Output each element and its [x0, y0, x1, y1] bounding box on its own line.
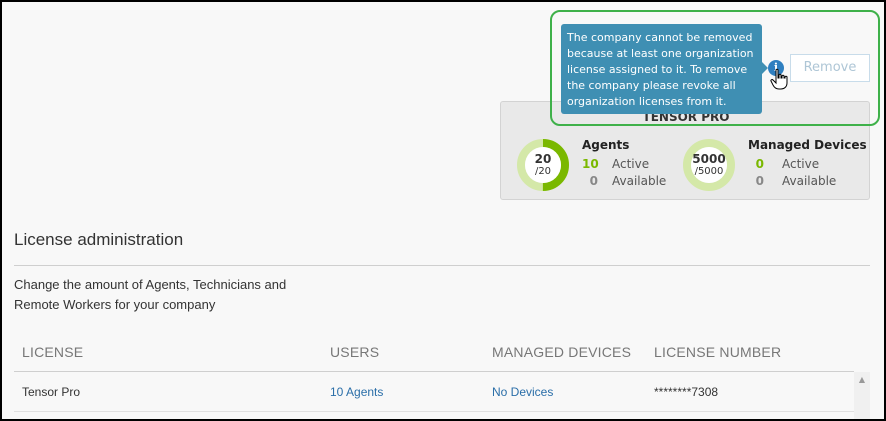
- column-header-license-number[interactable]: LICENSE NUMBER: [654, 344, 781, 360]
- devices-title: Managed Devices: [748, 138, 867, 152]
- devices-active-count: 0: [755, 157, 764, 171]
- cell-license-number: ********7308: [654, 385, 719, 399]
- agents-donut-label: 20 /20: [516, 153, 570, 178]
- cell-managed-devices-link[interactable]: No Devices: [492, 385, 553, 399]
- section-divider: [14, 265, 870, 266]
- devices-used: 5000: [692, 152, 726, 166]
- column-header-managed-devices[interactable]: MANAGED DEVICES: [492, 344, 631, 360]
- section-title: License administration: [14, 230, 184, 249]
- column-header-users[interactable]: USERS: [330, 344, 379, 360]
- table-row-divider: [14, 411, 854, 412]
- agents-used: 20: [534, 152, 552, 166]
- devices-total: /5000: [694, 166, 724, 177]
- cell-license: Tensor Pro: [22, 385, 81, 399]
- agents-active-label: Active: [612, 157, 650, 171]
- devices-active-label: Active: [782, 157, 820, 171]
- agents-available-label: Available: [612, 174, 667, 188]
- remove-disabled-tooltip: The company cannot be removed because at…: [561, 24, 768, 114]
- table-header-divider: [14, 371, 854, 372]
- section-description: Change the amount of Agents, Technicians…: [14, 277, 287, 312]
- agents-available-count: 0: [589, 174, 598, 188]
- column-header-license[interactable]: LICENSE: [22, 344, 83, 360]
- hand-cursor-icon: [770, 68, 788, 90]
- table-scrollbar[interactable]: ▲: [854, 372, 870, 419]
- scroll-up-arrow-icon[interactable]: ▲: [854, 374, 870, 386]
- remove-button[interactable]: Remove: [790, 54, 870, 82]
- devices-donut-label: 5000 /5000: [682, 153, 736, 178]
- cell-users-link[interactable]: 10 Agents: [330, 385, 383, 399]
- agents-total: /20: [534, 166, 552, 177]
- devices-available-label: Available: [782, 174, 837, 188]
- devices-available-count: 0: [755, 174, 764, 188]
- agents-active-count: 10: [582, 157, 599, 171]
- agents-title: Agents: [582, 138, 630, 152]
